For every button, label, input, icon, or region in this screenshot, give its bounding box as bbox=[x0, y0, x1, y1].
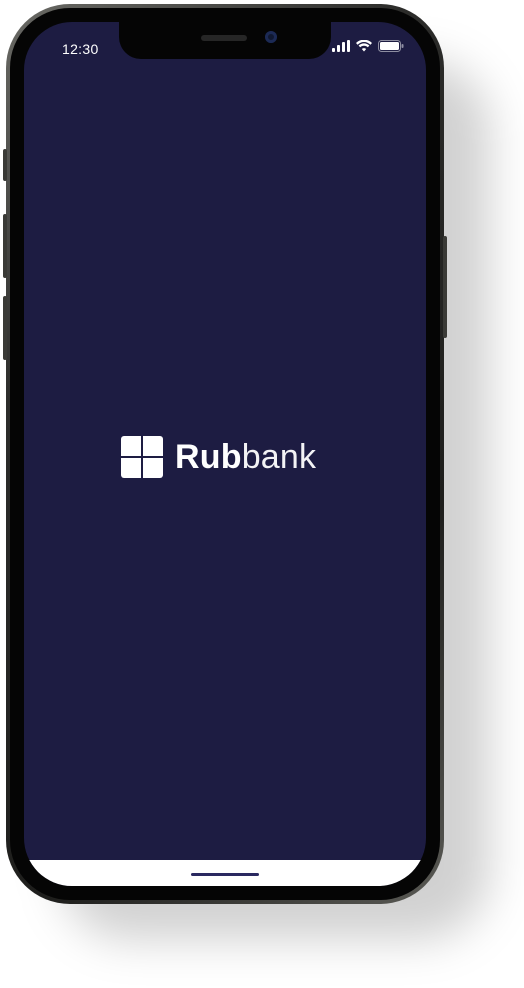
volume-up-button bbox=[3, 214, 7, 278]
app-screen: 12:30 Rubbank bbox=[24, 22, 426, 886]
cellular-signal-icon bbox=[332, 40, 350, 52]
status-time: 12:30 bbox=[62, 41, 99, 57]
status-icons bbox=[332, 40, 404, 52]
brand-name: Rubbank bbox=[175, 440, 316, 474]
rubbank-logo-icon bbox=[121, 436, 163, 478]
home-indicator-area bbox=[24, 860, 426, 886]
silent-switch bbox=[3, 149, 7, 181]
brand-name-light: bank bbox=[241, 438, 317, 476]
mockup-stage: 12:30 Rubbank bbox=[0, 0, 524, 988]
volume-down-button bbox=[3, 296, 7, 360]
wifi-icon bbox=[356, 40, 372, 52]
phone-frame: 12:30 Rubbank bbox=[3, 4, 447, 904]
notch bbox=[119, 22, 331, 59]
power-button bbox=[443, 236, 447, 338]
phone-bezel: 12:30 Rubbank bbox=[10, 8, 440, 900]
speaker-grille bbox=[201, 35, 247, 41]
brand-name-bold: Rub bbox=[175, 438, 242, 476]
battery-icon bbox=[378, 40, 404, 52]
home-indicator[interactable] bbox=[191, 873, 259, 876]
brand-logo: Rubbank bbox=[121, 436, 316, 478]
front-camera bbox=[265, 31, 277, 43]
